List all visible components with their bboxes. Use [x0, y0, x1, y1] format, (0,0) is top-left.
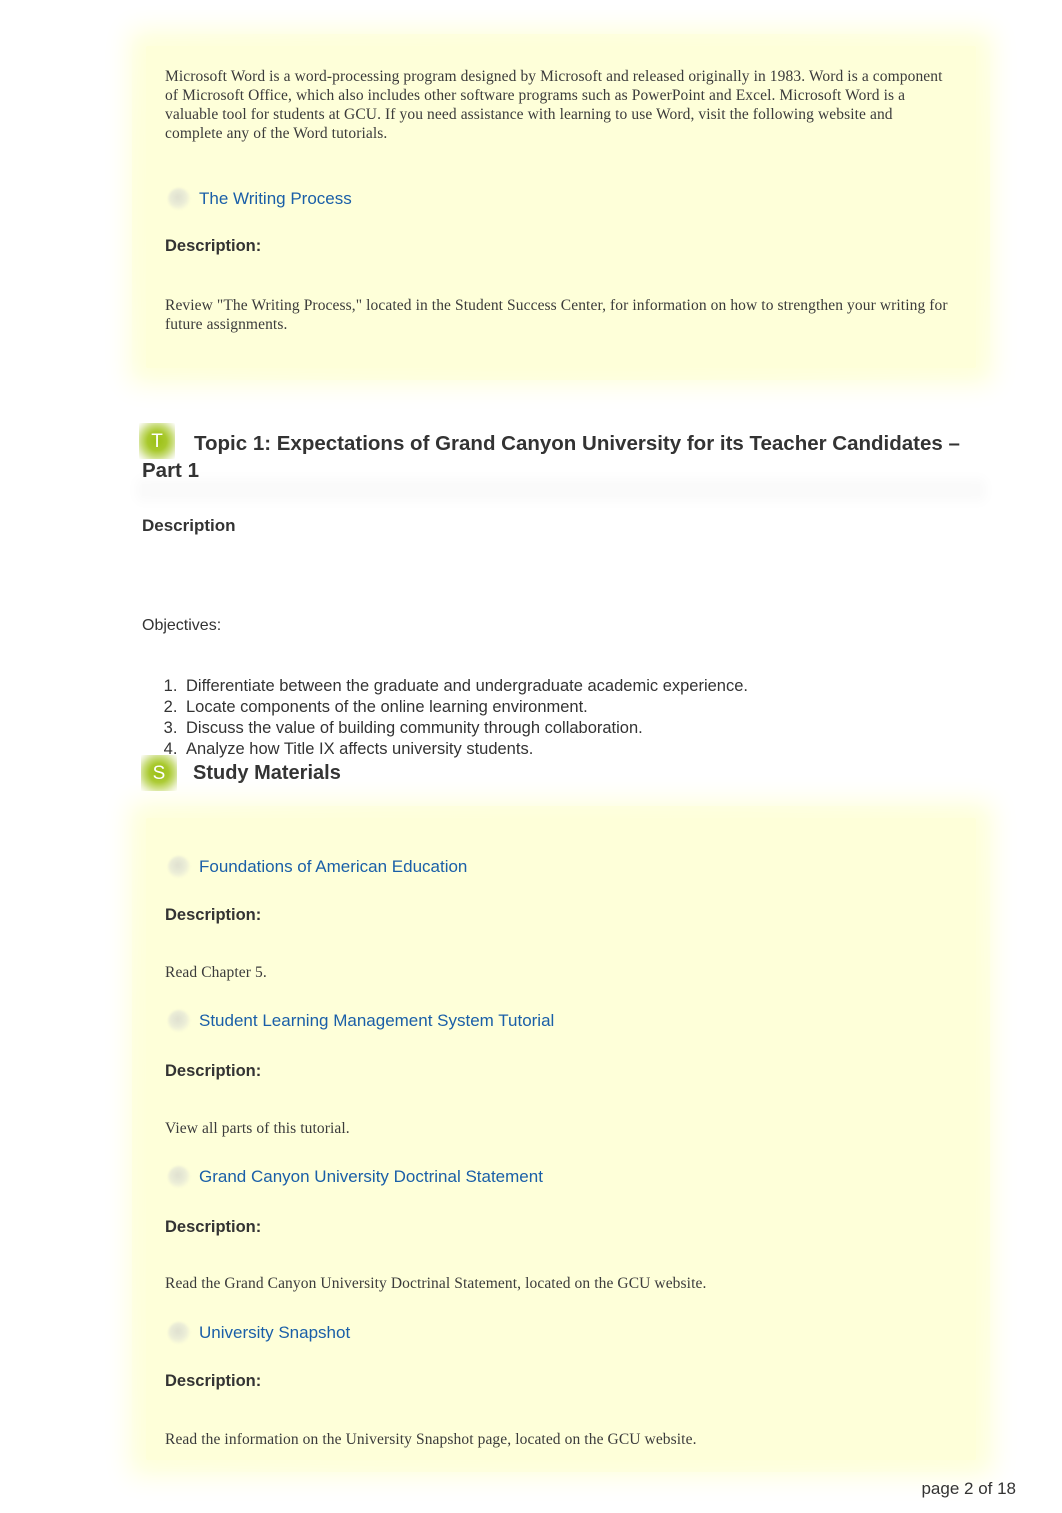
study-materials-heading: Study Materials: [193, 762, 341, 784]
topic-description-heading: Description: [142, 516, 236, 535]
document-page: Microsoft Word is a word-processing prog…: [0, 0, 1062, 1513]
topic-title: Topic 1: Expectations of Grand Canyon Un…: [142, 432, 960, 483]
list-item: Differentiate between the graduate and u…: [182, 676, 982, 697]
writing-process-description-label: Description:: [165, 237, 262, 255]
resource-bullet-icon: [168, 856, 190, 878]
university-snapshot-description-label: Description:: [165, 1372, 262, 1390]
study-materials-badge-icon: S: [141, 755, 177, 791]
resource-bullet-icon: [168, 1322, 190, 1344]
doctrinal-statement-description-label: Description:: [165, 1218, 262, 1236]
list-item: Locate components of the online learning…: [182, 697, 982, 718]
foundations-of-american-education-link[interactable]: Foundations of American Education: [199, 857, 467, 877]
foundations-description-label: Description:: [165, 906, 262, 924]
objectives-label: Objectives:: [142, 617, 222, 634]
study-materials-panel: [132, 806, 990, 1472]
gcu-doctrinal-statement-link[interactable]: Grand Canyon University Doctrinal Statem…: [199, 1167, 543, 1187]
objectives-list: Differentiate between the graduate and u…: [142, 676, 982, 760]
writing-process-description: Review "The Writing Process," located in…: [165, 297, 948, 333]
student-lms-description: View all parts of this tutorial.: [165, 1120, 350, 1137]
list-item: Analyze how Title IX affects university …: [182, 739, 982, 760]
word-intro-paragraph: Microsoft Word is a word-processing prog…: [165, 68, 943, 142]
page-number-footer: page 2 of 18: [921, 1479, 1016, 1498]
university-snapshot-link[interactable]: University Snapshot: [199, 1323, 350, 1343]
student-lms-description-label: Description:: [165, 1062, 262, 1080]
foundations-description: Read Chapter 5.: [165, 964, 267, 981]
resource-bullet-icon: [168, 1010, 190, 1032]
topic-heading-band: [142, 484, 980, 496]
list-item: Discuss the value of building community …: [182, 718, 982, 739]
student-lms-tutorial-link[interactable]: Student Learning Management System Tutor…: [199, 1011, 554, 1031]
resource-bullet-icon: [168, 1166, 190, 1188]
doctrinal-statement-description: Read the Grand Canyon University Doctrin…: [165, 1275, 707, 1292]
resource-bullet-icon: [168, 188, 190, 210]
writing-process-link[interactable]: The Writing Process: [199, 189, 352, 209]
university-snapshot-description: Read the information on the University S…: [165, 1431, 697, 1448]
